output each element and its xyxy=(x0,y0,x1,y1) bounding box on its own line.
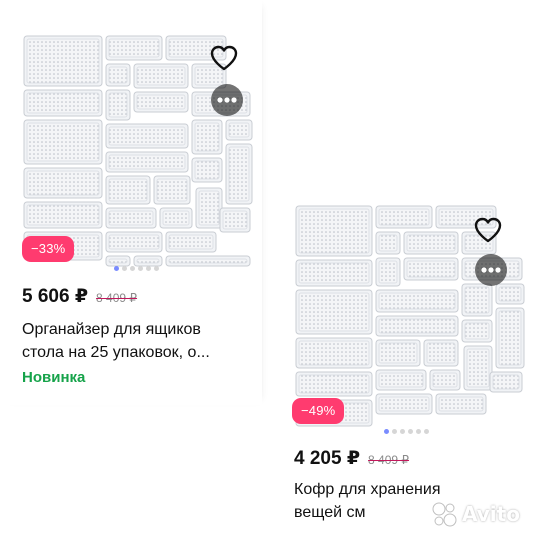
gallery-dots[interactable] xyxy=(114,266,159,271)
listing-title[interactable]: Кофр для хранения вещей см xyxy=(294,478,440,524)
gallery-dot[interactable] xyxy=(408,429,413,434)
tray-shape xyxy=(375,393,433,415)
listing-title[interactable]: Органайзер для ящиков стола на 25 упаков… xyxy=(22,318,210,364)
title-line: вещей см xyxy=(294,504,366,521)
tray-shape xyxy=(429,369,461,391)
tray-shape xyxy=(225,143,253,205)
gallery-dot[interactable] xyxy=(146,266,151,271)
tray-shape xyxy=(153,175,191,205)
tray-shape xyxy=(23,201,103,229)
gallery-dot[interactable] xyxy=(424,429,429,434)
gallery-dot[interactable] xyxy=(130,266,135,271)
tray-shape xyxy=(461,319,493,343)
gallery-dot[interactable] xyxy=(114,266,119,271)
discount-badge: −49% xyxy=(292,398,345,424)
more-dots-icon[interactable] xyxy=(207,80,247,120)
listing-card[interactable]: −33% 5 606 ₽ 8 409 ₽ Органайзер для ящик… xyxy=(0,0,262,405)
heart-icon[interactable] xyxy=(468,210,508,250)
gallery-dot[interactable] xyxy=(122,266,127,271)
tray-shape xyxy=(463,345,493,391)
tray-shape xyxy=(375,339,421,367)
gallery-dot[interactable] xyxy=(400,429,405,434)
tray-shape xyxy=(375,205,433,229)
tray-shape xyxy=(435,393,487,415)
price-row: 4 205 ₽ 8 409 ₽ xyxy=(294,447,409,470)
tray-shape xyxy=(133,255,163,267)
tray-shape xyxy=(375,315,459,337)
heart-icon[interactable] xyxy=(204,38,244,78)
tray-shape xyxy=(375,257,401,287)
tray-shape xyxy=(165,255,251,267)
avito-logo-icon xyxy=(432,502,457,527)
tray-shape xyxy=(105,151,189,173)
title-line: Кофр для хранения xyxy=(294,481,441,498)
gallery-dot[interactable] xyxy=(154,266,159,271)
tray-shape xyxy=(375,369,427,391)
tray-shape xyxy=(105,175,151,205)
tray-shape xyxy=(105,207,157,229)
tray-shape xyxy=(489,371,523,393)
title-line: Органайзер для ящиков xyxy=(22,321,201,338)
title-line: стола на 25 упаковок, о... xyxy=(22,344,210,361)
new-tag: Новинка xyxy=(22,369,86,386)
tray-shape xyxy=(423,339,459,367)
tray-shape xyxy=(495,307,525,369)
tray-shape xyxy=(225,119,253,141)
watermark-text: Avito xyxy=(462,502,520,526)
tray-shape xyxy=(105,231,163,253)
old-price: 8 409 ₽ xyxy=(368,453,410,467)
listing-card[interactable]: −49% 4 205 ₽ 8 409 ₽ Кофр для хранения в… xyxy=(272,200,534,540)
tray-shape xyxy=(133,63,189,89)
tray-shape xyxy=(295,205,373,257)
tray-shape xyxy=(133,91,189,113)
gallery-dot[interactable] xyxy=(416,429,421,434)
tray-shape xyxy=(105,35,163,61)
tray-shape xyxy=(295,371,373,397)
tray-shape xyxy=(191,157,223,183)
tray-shape xyxy=(105,255,131,267)
tray-shape xyxy=(159,207,193,229)
tray-shape xyxy=(375,289,459,313)
tray-shape xyxy=(375,231,401,255)
tray-shape xyxy=(23,167,103,199)
tray-shape xyxy=(295,337,373,369)
tray-shape xyxy=(195,187,223,229)
gallery-dot[interactable] xyxy=(138,266,143,271)
tray-shape xyxy=(105,63,131,87)
tray-shape xyxy=(23,35,103,87)
more-dots-icon[interactable] xyxy=(471,250,511,290)
tray-shape xyxy=(105,89,131,121)
tray-shape xyxy=(295,259,373,287)
tray-shape xyxy=(105,123,189,149)
old-price: 8 409 ₽ xyxy=(96,291,138,305)
tray-shape xyxy=(165,231,217,253)
price: 4 205 ₽ xyxy=(294,448,361,469)
tray-shape xyxy=(23,119,103,165)
discount-badge: −33% xyxy=(22,236,75,262)
tray-shape xyxy=(219,207,251,233)
tray-shape xyxy=(403,257,459,281)
tray-shape xyxy=(23,89,103,117)
tray-shape xyxy=(295,289,373,335)
gallery-dots[interactable] xyxy=(384,429,429,434)
tray-shape xyxy=(403,231,459,255)
tray-shape xyxy=(191,119,223,155)
avito-watermark: Avito xyxy=(430,500,520,528)
gallery-dot[interactable] xyxy=(384,429,389,434)
price-row: 5 606 ₽ 8 409 ₽ xyxy=(22,285,137,308)
price: 5 606 ₽ xyxy=(22,286,89,307)
gallery-dot[interactable] xyxy=(392,429,397,434)
